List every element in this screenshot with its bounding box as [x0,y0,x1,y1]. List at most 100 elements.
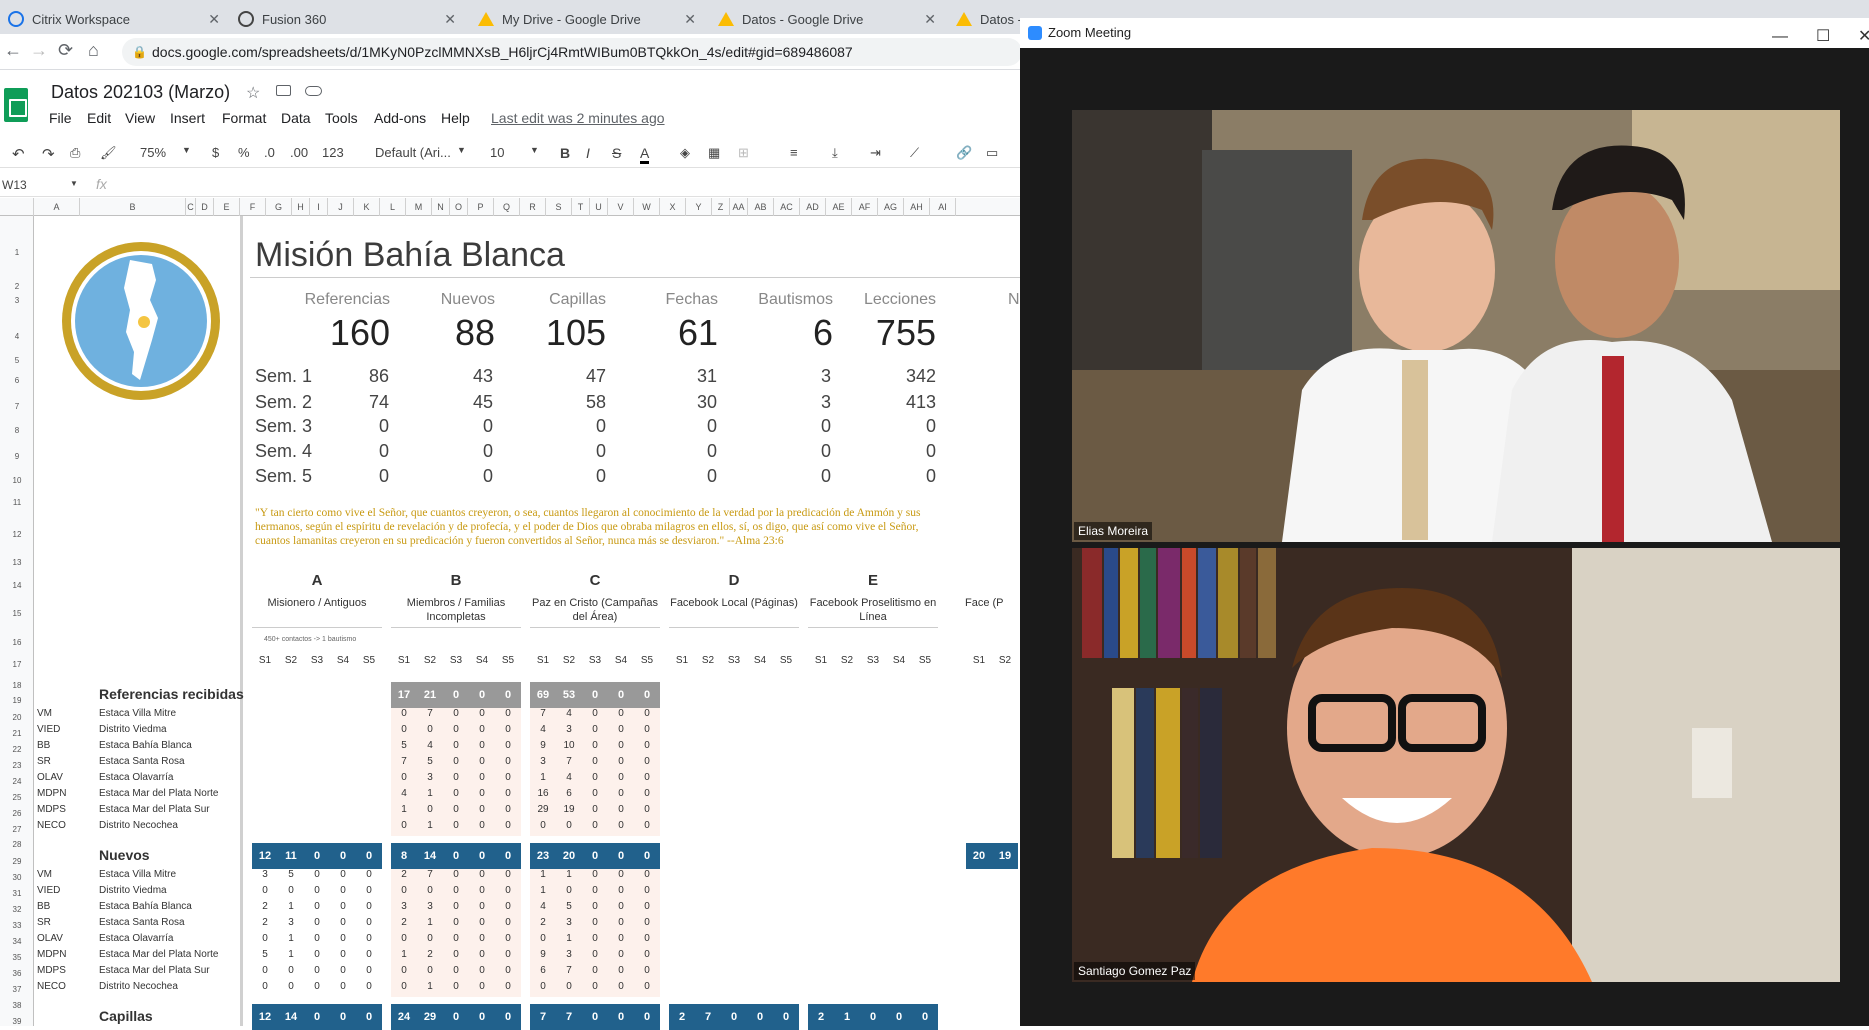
column-header[interactable]: Z [712,198,730,216]
row-header[interactable]: 36 [0,969,34,978]
menu-tools[interactable]: Tools [325,110,358,126]
paint-format-icon[interactable]: 🖌 [100,145,117,161]
row-header[interactable]: 18 [0,681,34,690]
text-wrap-icon[interactable]: ⇥ [870,145,881,161]
column-header[interactable]: T [572,198,590,216]
row-header[interactable]: 25 [0,793,34,802]
column-header[interactable]: AB [748,198,774,216]
bold-icon[interactable]: B [560,145,570,161]
row-header[interactable]: 22 [0,745,34,754]
undo-icon[interactable]: ↶ [12,145,25,163]
column-header[interactable]: AE [826,198,852,216]
row-header[interactable]: 28 [0,840,34,849]
row-header[interactable]: 14 [0,581,34,590]
menu-insert[interactable]: Insert [170,110,205,126]
column-header[interactable]: C [186,198,196,216]
browser-tab[interactable]: My Drive - Google Drive ✕ [470,4,706,34]
column-header[interactable]: Y [686,198,712,216]
video-tile[interactable]: Elias Moreira [1072,110,1840,542]
decrease-decimal-button[interactable]: .0 [264,145,275,160]
video-tile[interactable]: Santiago Gomez Paz [1072,548,1840,982]
move-folder-icon[interactable] [276,85,291,96]
forward-icon[interactable]: → [30,40,48,61]
text-color-icon[interactable]: A [640,145,650,164]
column-header[interactable]: F [240,198,266,216]
align-horizontal-icon[interactable]: ≡ [790,145,798,160]
star-icon[interactable]: ☆ [246,83,260,103]
column-header[interactable]: AG [878,198,904,216]
row-header[interactable]: 27 [0,825,34,834]
row-header[interactable]: 9 [0,452,34,461]
number-format-button[interactable]: 123 [322,145,344,160]
font-size-select[interactable]: 10 [490,145,504,160]
row-header[interactable]: 19 [0,696,34,705]
home-icon[interactable]: ⌂ [88,40,99,61]
column-header[interactable]: AI [930,198,956,216]
row-header[interactable]: 34 [0,937,34,946]
insert-comment-icon[interactable]: ▭ [986,145,998,161]
column-header[interactable]: E [214,198,240,216]
column-header[interactable]: AC [774,198,800,216]
merge-cells-icon[interactable]: ⊞ [738,145,749,161]
sheets-logo-icon[interactable] [4,88,28,122]
currency-button[interactable]: $ [212,145,219,160]
browser-tab[interactable]: Fusion 360 ✕ [230,4,466,34]
column-header[interactable]: Q [494,198,520,216]
row-header[interactable]: 13 [0,558,34,567]
column-header[interactable]: R [520,198,546,216]
row-header[interactable]: 39 [0,1017,34,1026]
column-header[interactable]: J [328,198,354,216]
row-header[interactable]: 31 [0,889,34,898]
menu-data[interactable]: Data [281,110,311,126]
column-header-corner[interactable] [0,198,34,216]
print-icon[interactable]: ⎙ [70,145,80,161]
row-header[interactable]: 10 [0,476,34,485]
close-tab-icon[interactable]: ✕ [444,11,456,28]
row-header[interactable]: 1 [0,248,34,257]
redo-icon[interactable]: ↷ [42,145,55,163]
column-header[interactable]: H [292,198,310,216]
reload-icon[interactable]: ⟳ [58,40,73,61]
row-header[interactable]: 35 [0,953,34,962]
borders-icon[interactable]: ▦ [708,145,720,161]
row-header[interactable]: 4 [0,332,34,341]
row-header[interactable]: 12 [0,530,34,539]
row-header[interactable]: 24 [0,777,34,786]
close-tab-icon[interactable]: ✕ [924,11,936,28]
fill-color-icon[interactable]: ◈ [680,145,690,161]
column-header[interactable]: P [468,198,494,216]
menu-view[interactable]: View [125,110,155,126]
row-header[interactable]: 32 [0,905,34,914]
maximize-icon[interactable]: ☐ [1816,22,1830,52]
column-header[interactable]: AA [730,198,748,216]
column-header[interactable]: AF [852,198,878,216]
menu-file[interactable]: File [49,110,72,126]
row-header[interactable]: 6 [0,376,34,385]
percent-button[interactable]: % [238,145,250,160]
row-header[interactable]: 5 [0,356,34,365]
column-header[interactable]: W [634,198,660,216]
column-header[interactable]: I [310,198,328,216]
browser-tab[interactable]: Datos - Google Drive [948,4,1020,34]
row-header[interactable]: 7 [0,402,34,411]
frozen-column-divider[interactable] [240,216,243,1026]
row-header[interactable]: 30 [0,873,34,882]
menu-edit[interactable]: Edit [87,110,111,126]
row-header[interactable]: 2 [0,282,34,291]
close-tab-icon[interactable]: ✕ [684,11,696,28]
column-header[interactable]: S [546,198,572,216]
row-header[interactable]: 37 [0,985,34,994]
row-header[interactable]: 38 [0,1001,34,1010]
last-edit-link[interactable]: Last edit was 2 minutes ago [491,110,665,126]
row-header[interactable]: 23 [0,761,34,770]
row-header[interactable]: 15 [0,609,34,618]
row-header[interactable]: 29 [0,857,34,866]
menu-format[interactable]: Format [222,110,266,126]
row-header[interactable]: 11 [0,498,34,507]
row-header[interactable]: 21 [0,729,34,738]
column-header[interactable]: D [196,198,214,216]
column-header[interactable]: V [608,198,634,216]
insert-link-icon[interactable]: 🔗 [956,145,972,161]
column-header[interactable]: AD [800,198,826,216]
column-header[interactable]: K [354,198,380,216]
